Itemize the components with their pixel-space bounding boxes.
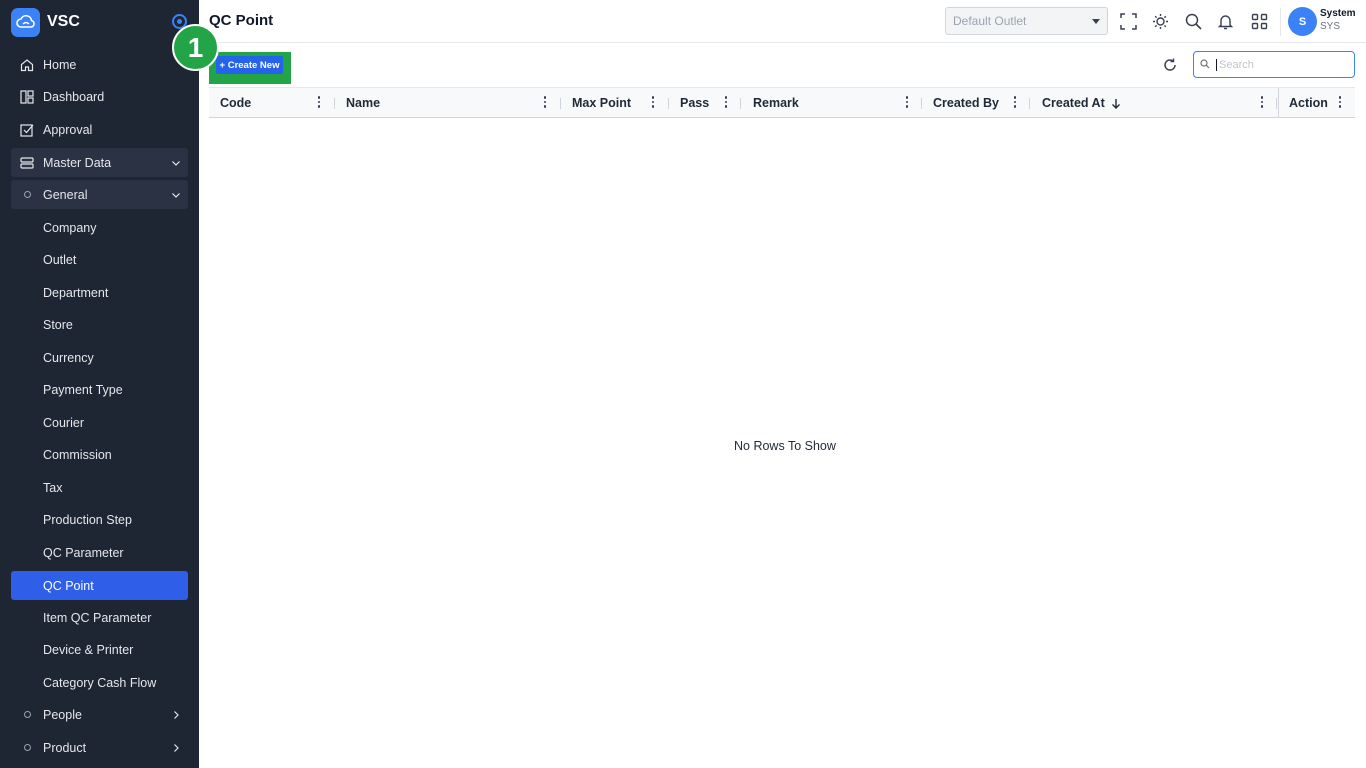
column-separator[interactable] (560, 98, 561, 109)
circle-icon (11, 744, 43, 751)
empty-grid-message: No Rows To Show (734, 439, 836, 453)
outlet-select-placeholder: Default Outlet (953, 14, 1027, 28)
chevron-right-icon (164, 710, 188, 720)
sidebar-item-master-data[interactable]: Master Data (11, 148, 188, 177)
sidebar-item-people[interactable]: People (11, 700, 188, 729)
column-name[interactable]: Name (346, 88, 380, 118)
outlet-select[interactable]: Default Outlet (945, 7, 1108, 35)
column-menu-icon[interactable] (543, 88, 547, 118)
sidebar-item-store[interactable]: Store (11, 310, 188, 339)
sidebar-item-home[interactable]: Home (11, 50, 188, 79)
column-menu-icon[interactable] (905, 88, 909, 118)
pinned-column-border (1278, 88, 1279, 118)
column-max-point[interactable]: Max Point (572, 88, 631, 118)
column-menu-icon[interactable] (651, 88, 655, 118)
user-code: SYS (1320, 21, 1341, 32)
column-menu-icon[interactable] (1338, 88, 1342, 118)
sidebar-item-general[interactable]: General (11, 180, 188, 209)
sidebar-item-dashboard[interactable]: Dashboard (11, 82, 188, 111)
sidebar: VSC Home Dashboard Approval Master Data … (0, 0, 199, 768)
column-menu-icon[interactable] (724, 88, 728, 118)
sidebar-item-production-step[interactable]: Production Step (11, 505, 188, 534)
sidebar-item-department[interactable]: Department (11, 278, 188, 307)
home-icon (11, 58, 43, 72)
sidebar-item-item-qc-parameter[interactable]: Item QC Parameter (11, 603, 188, 632)
sidebar-item-currency[interactable]: Currency (11, 343, 188, 372)
sidebar-item-approval[interactable]: Approval (11, 115, 188, 144)
create-new-button[interactable]: + Create New (216, 56, 283, 74)
user-name: System (1320, 8, 1356, 19)
sidebar-item-payment-type[interactable]: Payment Type (11, 375, 188, 404)
column-separator[interactable] (334, 98, 335, 109)
approval-icon (11, 123, 43, 137)
cloud-logo-icon (11, 7, 40, 37)
brand-name: VSC (47, 13, 80, 30)
column-pass[interactable]: Pass (680, 88, 709, 118)
column-separator[interactable] (1276, 98, 1277, 109)
sidebar-item-outlet[interactable]: Outlet (11, 245, 188, 274)
theme-icon[interactable] (1150, 11, 1170, 31)
column-code[interactable]: Code (220, 88, 251, 118)
search-icon[interactable] (1183, 11, 1203, 31)
column-menu-icon[interactable] (1013, 88, 1017, 118)
sidebar-item-tax[interactable]: Tax (11, 473, 188, 502)
sort-desc-icon (1111, 98, 1121, 109)
sidebar-item-product[interactable]: Product (11, 733, 188, 762)
search-input[interactable] (1216, 58, 1346, 71)
chevron-right-icon (164, 743, 188, 753)
bell-icon[interactable] (1215, 11, 1235, 31)
circle-icon (11, 711, 43, 718)
database-icon (11, 156, 43, 170)
refresh-icon[interactable] (1160, 55, 1180, 75)
page-title: QC Point (209, 12, 274, 29)
search-icon (1200, 56, 1210, 74)
column-action[interactable]: Action (1289, 88, 1328, 118)
search-field[interactable] (1193, 51, 1355, 78)
sidebar-item-qc-point[interactable]: QC Point (11, 571, 188, 600)
column-separator[interactable] (668, 98, 669, 109)
sidebar-item-category-cash-flow[interactable]: Category Cash Flow (11, 668, 188, 697)
column-menu-icon[interactable] (1260, 88, 1264, 118)
column-menu-icon[interactable] (317, 88, 321, 118)
apps-icon[interactable] (1249, 11, 1269, 31)
chevron-down-icon (164, 158, 188, 168)
column-created-at[interactable]: Created At (1042, 88, 1121, 118)
avatar[interactable]: S (1288, 7, 1317, 36)
column-separator[interactable] (740, 98, 741, 109)
grid-header: Code Name Max Point Pass Remark Created … (209, 87, 1355, 118)
sidebar-item-commission[interactable]: Commission (11, 440, 188, 469)
top-header: QC Point Default Outlet S System SYS (199, 0, 1366, 43)
column-separator[interactable] (921, 98, 922, 109)
sidebar-item-company[interactable]: Company (11, 213, 188, 242)
sidebar-item-device-printer[interactable]: Device & Printer (11, 635, 188, 664)
step-badge: 1 (172, 24, 219, 71)
sidebar-item-qc-parameter[interactable]: QC Parameter (11, 538, 188, 567)
fullscreen-icon[interactable] (1118, 11, 1138, 31)
column-created-by[interactable]: Created By (933, 88, 999, 118)
chevron-down-icon (164, 190, 188, 200)
column-separator[interactable] (1029, 98, 1030, 109)
sidebar-item-courier[interactable]: Courier (11, 408, 188, 437)
circle-icon (11, 191, 43, 198)
column-remark[interactable]: Remark (753, 88, 799, 118)
brand[interactable]: VSC (11, 7, 80, 37)
dashboard-icon (11, 89, 43, 104)
caret-down-icon (1092, 19, 1100, 24)
header-divider (1280, 8, 1281, 36)
